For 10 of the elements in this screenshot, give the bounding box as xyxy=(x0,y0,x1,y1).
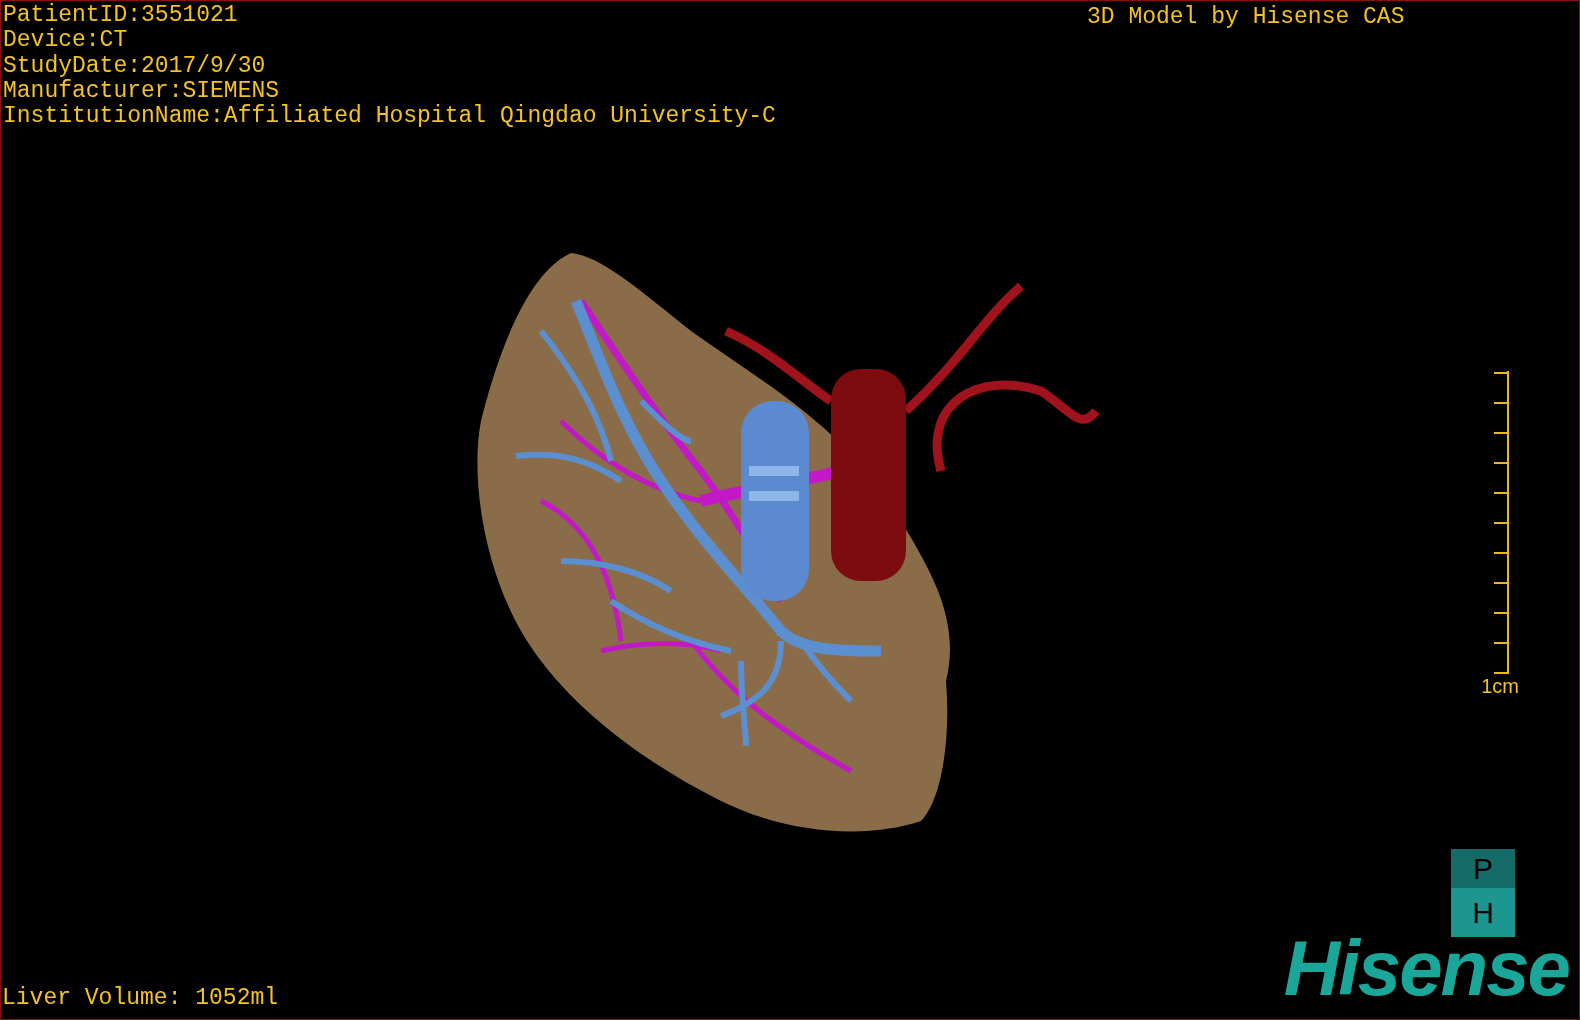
patient-info-text: Manufacturer:SIEMENS xyxy=(3,78,281,104)
model-credit-text: 3D Model by Hisense CAS xyxy=(1087,4,1405,30)
orientation-cube-face[interactable]: H xyxy=(1451,888,1515,937)
patient-info-text: StudyDate:2017/9/30 xyxy=(3,53,267,79)
patient-info-text: InstitutionName:Affiliated Hospital Qingdao University-C xyxy=(3,104,776,130)
liver-volume-text: Liver Volume: 1052ml xyxy=(2,985,279,1011)
patient-info-text: PatientID:3551021 xyxy=(3,3,239,28)
orientation-cube-face[interactable]: P xyxy=(1451,849,1515,889)
patient-info-text: Device:CT xyxy=(3,28,129,54)
scale-label: 1cm xyxy=(1481,675,1519,698)
